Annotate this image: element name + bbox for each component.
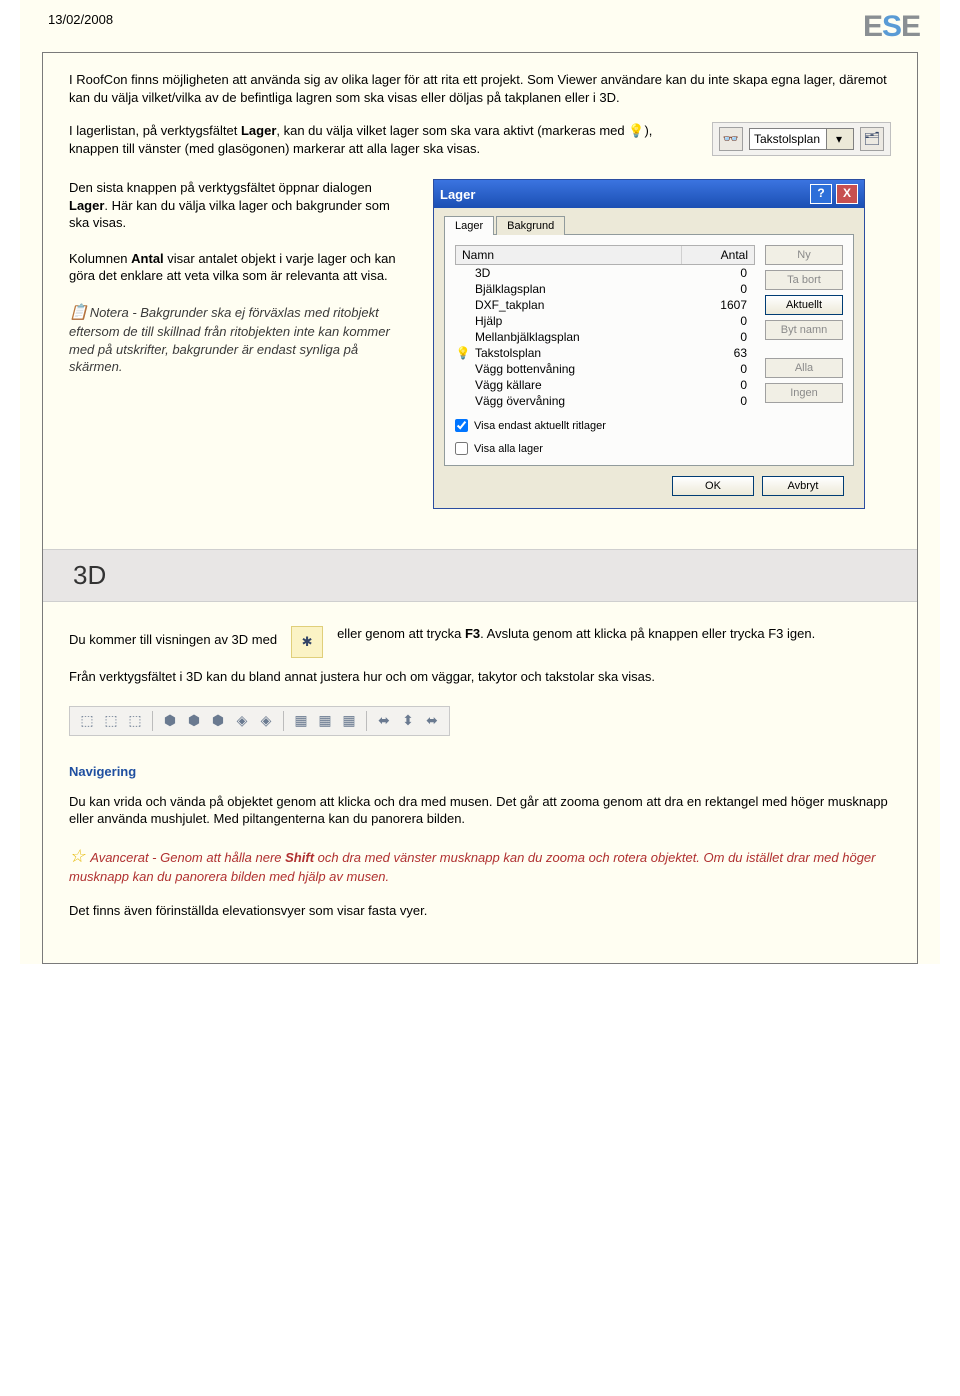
list-item[interactable]: 3D0 [455,265,755,281]
close-icon[interactable]: X [836,184,858,204]
glasses-icon[interactable]: 👓 [719,127,743,151]
3d-tool-4[interactable]: ⬢ [159,711,181,731]
col-count: Antal [682,246,754,264]
btn-ny[interactable]: Ny [765,245,843,265]
3d-tool-13[interactable]: ⬍ [397,711,419,731]
list-item[interactable]: Vägg källare0 [455,377,755,393]
lightbulb-icon [455,282,471,296]
3d-tool-10[interactable]: ▦ [314,711,336,731]
layer-select-value: Takstolsplan [750,131,826,147]
nav-advanced: ☆ Avancerat - Genom att hålla nere Shift… [69,844,891,886]
3d-tool-9[interactable]: ▦ [290,711,312,731]
logo-e2: E [901,12,920,42]
3d-toolbar: ⬚ ⬚ ⬚ ⬢ ⬢ ⬢ ◈ ◈ ▦ ▦ ▦ ⬌ ⬍ ⬌ [69,706,450,736]
btn-aktuellt[interactable]: Aktuellt [765,295,843,315]
lightbulb-icon [455,314,471,328]
list-item[interactable]: Vägg bottenvåning0 [455,361,755,377]
logo-s: S [882,12,901,42]
list-item[interactable]: Vägg övervåning0 [455,393,755,409]
list-item[interactable]: 💡Takstolsplan63 [455,345,755,361]
navigering-heading: Navigering [69,764,891,779]
tab-bakgrund[interactable]: Bakgrund [496,216,565,235]
nav-paragraph-2: Det finns även förinställda elevationsvy… [69,902,891,920]
3d-tool-6[interactable]: ⬢ [207,711,229,731]
3d-toolbar-paragraph: Från verktygsfältet i 3D kan du bland an… [69,668,891,686]
lager-toolbar: 👓 Takstolsplan ▾ 🗂 [712,122,891,156]
3d-tool-2[interactable]: ⬚ [100,711,122,731]
dialog-title: Lager [440,187,475,202]
lightbulb-icon: 💡 [628,123,644,138]
btn-avbryt[interactable]: Avbryt [762,476,844,496]
help-icon[interactable]: ? [810,184,832,204]
lightbulb-icon [455,298,471,312]
3d-tool-14[interactable]: ⬌ [421,711,443,731]
chk-visaalla[interactable]: Visa alla lager [455,442,843,455]
chk-aktuellt-box[interactable] [455,419,468,432]
3d-tool-7[interactable]: ◈ [231,711,253,731]
3d-tool-11[interactable]: ▦ [338,711,360,731]
col-name: Namn [456,246,682,264]
note-icon: 📋 [69,304,88,321]
section-3d-heading: 3D [43,549,917,602]
tab-lager[interactable]: Lager [444,216,494,235]
list-item[interactable]: DXF_takplan1607 [455,297,755,313]
chk-visaalla-box[interactable] [455,442,468,455]
para-antal: Kolumnen Antal visar antalet objekt i va… [69,250,409,285]
content-frame: I RoofCon finns möjligheten att använda … [42,52,918,964]
btn-ingen[interactable]: Ingen [765,383,843,403]
lightbulb-icon [455,330,471,344]
btn-alla[interactable]: Alla [765,358,843,378]
lager-dialog: Lager ? X Lager Bakgrund [433,179,865,509]
layer-list[interactable]: Namn Antal 3D0Bjälklagsplan0DXF_takplan1… [455,245,755,409]
layers-dialog-icon[interactable]: 🗂 [860,127,884,151]
lightbulb-icon [455,362,471,376]
layer-select[interactable]: Takstolsplan ▾ [749,128,854,150]
date: 13/02/2008 [48,12,113,27]
note-paragraph: 📋Notera - Bakgrunder ska ej förväxlas me… [69,303,409,376]
btn-tabort[interactable]: Ta bort [765,270,843,290]
lightbulb-icon: 💡 [455,346,471,360]
nav-paragraph-1: Du kan vrida och vända på objektet genom… [69,793,891,828]
3d-tool-3[interactable]: ⬚ [124,711,146,731]
3d-tool-5[interactable]: ⬢ [183,711,205,731]
lightbulb-icon [455,394,471,408]
logo-e1: E [863,12,882,42]
logo: ESE [863,12,920,42]
lager-toolbar-paragraph: I lagerlistan, på verktygsfältet Lager, … [69,122,682,157]
3d-tool-8[interactable]: ◈ [255,711,277,731]
lightbulb-icon [455,266,471,280]
3d-intro-left: Du kommer till visningen av 3D med [69,626,277,647]
list-item[interactable]: Mellanbjälklagsplan0 [455,329,755,345]
chk-aktuellt[interactable]: Visa endast aktuellt ritlager [455,419,843,432]
list-item[interactable]: Bjälklagsplan0 [455,281,755,297]
chevron-down-icon[interactable]: ▾ [826,129,853,149]
intro-paragraph: I RoofCon finns möjligheten att använda … [69,71,891,106]
btn-bytnamn[interactable]: Byt namn [765,320,843,340]
para-dialog: Den sista knappen på verktygsfältet öppn… [69,179,409,232]
btn-ok[interactable]: OK [672,476,754,496]
3d-tool-1[interactable]: ⬚ [76,711,98,731]
list-item[interactable]: Hjälp0 [455,313,755,329]
3d-view-icon[interactable]: ✱ [291,626,323,658]
3d-intro-right: eller genom att trycka F3. Avsluta genom… [337,626,815,641]
3d-tool-12[interactable]: ⬌ [373,711,395,731]
star-icon: ☆ [69,846,85,866]
lightbulb-icon [455,378,471,392]
